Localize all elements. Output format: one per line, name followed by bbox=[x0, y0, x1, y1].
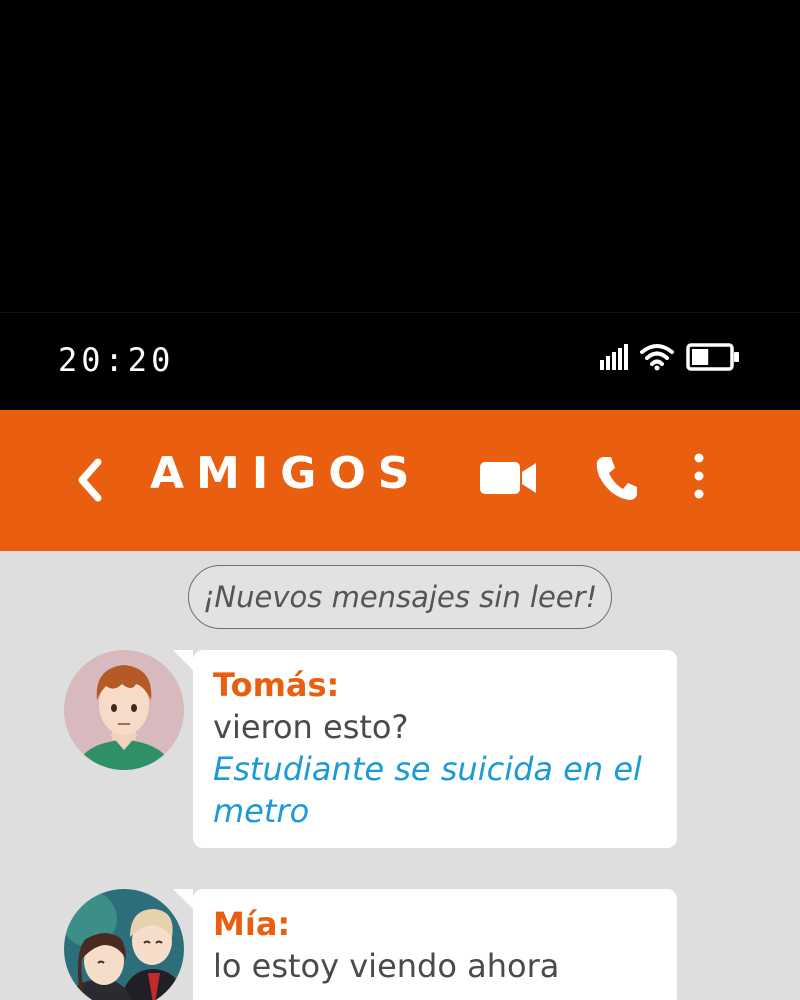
message-bubble[interactable]: Tomás: vieron esto? Estudiante se suicid… bbox=[173, 650, 677, 848]
bubble-tail bbox=[173, 650, 193, 670]
wifi-icon bbox=[640, 343, 674, 375]
avatar-mia[interactable] bbox=[64, 889, 184, 1000]
message-text: vieron esto? bbox=[213, 708, 409, 746]
couple-avatar-icon bbox=[64, 889, 184, 1000]
chat-title: AMIGOS bbox=[150, 448, 422, 499]
phone-icon bbox=[596, 457, 637, 500]
message-link[interactable]: Estudiante se suicida en el metro bbox=[213, 748, 657, 832]
message-sender: Tomás: bbox=[213, 666, 340, 704]
message-text: lo estoy viendo ahora bbox=[213, 947, 560, 985]
boy-avatar-icon bbox=[64, 650, 184, 770]
video-camera-icon bbox=[480, 462, 536, 494]
avatar-tomas[interactable] bbox=[64, 650, 184, 770]
unread-messages-notice: ¡Nuevos mensajes sin leer! bbox=[188, 565, 612, 629]
message-bubble[interactable]: Mía: lo estoy viendo ahora bbox=[173, 889, 677, 1000]
status-bar: 20:20 bbox=[0, 312, 800, 410]
signal-icon bbox=[600, 344, 628, 374]
black-panel bbox=[0, 0, 800, 312]
back-button[interactable] bbox=[70, 454, 110, 506]
bubble-tail bbox=[173, 889, 193, 909]
message-sender: Mía: bbox=[213, 905, 291, 943]
voice-call-button[interactable] bbox=[594, 454, 638, 502]
chat-header: AMIGOS bbox=[0, 410, 800, 551]
more-vertical-icon bbox=[694, 453, 704, 499]
more-options-button[interactable] bbox=[686, 452, 712, 504]
video-call-button[interactable] bbox=[480, 458, 538, 498]
chat-area[interactable]: ¡Nuevos mensajes sin leer! Tomás: vieron… bbox=[0, 551, 800, 1000]
status-icons bbox=[600, 343, 740, 375]
status-time: 20:20 bbox=[58, 341, 175, 379]
battery-icon bbox=[686, 343, 740, 375]
chevron-left-icon bbox=[78, 458, 102, 502]
phone-screen: 20:20 AMIGOS ¡Nuevos mensajes sin leer! … bbox=[0, 0, 800, 1000]
